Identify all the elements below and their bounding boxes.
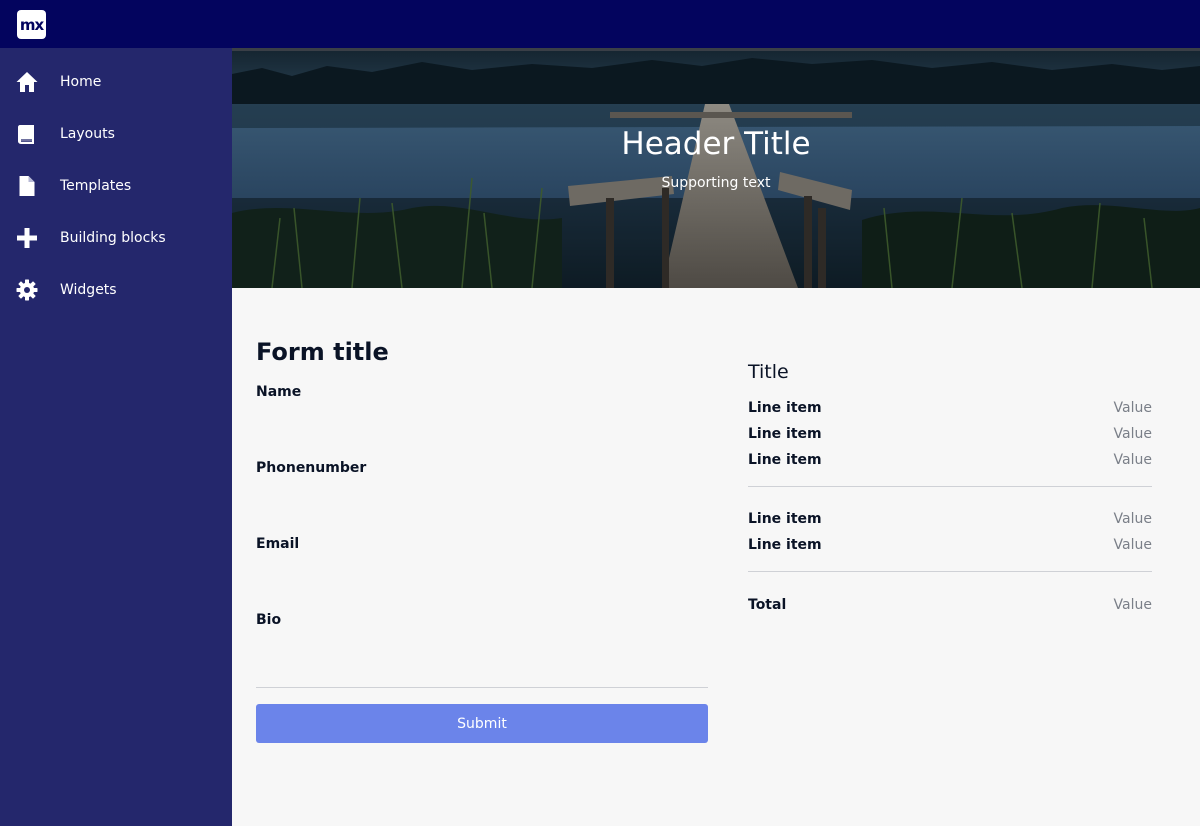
line-item-label: Line item: [748, 426, 822, 442]
sidebar-item-label: Building blocks: [60, 230, 166, 246]
book-icon: [15, 122, 39, 146]
gear-icon: [15, 278, 39, 302]
sidebar-item-templates[interactable]: Templates: [0, 160, 232, 212]
total-label: Total: [748, 597, 787, 613]
form-title: Form title: [256, 338, 389, 366]
list-item: Line item Value: [748, 400, 1152, 420]
submit-button[interactable]: Submit: [256, 704, 708, 743]
line-item-value: Value: [1113, 537, 1152, 553]
file-icon: [15, 174, 39, 198]
list-item: Line item Value: [748, 537, 1152, 557]
list-item: Line item Value: [748, 426, 1152, 446]
summary-divider: [748, 486, 1152, 487]
sidebar-item-label: Layouts: [60, 126, 115, 142]
sidebar-item-home[interactable]: Home: [0, 56, 232, 108]
top-bar: mx: [0, 0, 1200, 48]
home-icon: [15, 70, 39, 94]
line-item-value: Value: [1113, 400, 1152, 416]
field-label-bio: Bio: [256, 612, 282, 628]
line-item-value: Value: [1113, 452, 1152, 468]
sidebar-item-label: Templates: [60, 178, 132, 194]
mendix-logo[interactable]: mx: [17, 10, 46, 39]
sidebar-item-widgets[interactable]: Widgets: [0, 264, 232, 316]
line-item-label: Line item: [748, 537, 822, 553]
sidebar-item-building-blocks[interactable]: Building blocks: [0, 212, 232, 264]
line-item-label: Line item: [748, 511, 822, 527]
header-title: Header Title: [621, 126, 811, 162]
sidebar-item-layouts[interactable]: Layouts: [0, 108, 232, 160]
total-row: Total Value: [748, 597, 1152, 617]
header-top-line: [232, 48, 1200, 51]
line-item-value: Value: [1113, 426, 1152, 442]
sidebar-item-label: Home: [60, 74, 102, 90]
lake-pier-image: [232, 48, 1200, 288]
header-hero: Header Title Supporting text: [232, 48, 1200, 288]
list-item: Line item Value: [748, 452, 1152, 472]
list-item: Line item Value: [748, 511, 1152, 531]
plus-icon: [15, 226, 39, 250]
summary-title: Title: [748, 361, 789, 383]
field-label-email: Email: [256, 536, 300, 552]
line-item-label: Line item: [748, 452, 822, 468]
form-divider: [256, 687, 708, 688]
header-subtitle: Supporting text: [661, 175, 771, 191]
sidebar-item-label: Widgets: [60, 282, 117, 298]
summary-divider: [748, 571, 1152, 572]
field-label-name: Name: [256, 384, 302, 400]
line-item-value: Value: [1113, 511, 1152, 527]
field-label-phonenumber: Phonenumber: [256, 460, 367, 476]
sidebar: Home Layouts Templates Building blocks W…: [0, 48, 232, 826]
line-item-label: Line item: [748, 400, 822, 416]
total-value: Value: [1113, 597, 1152, 613]
